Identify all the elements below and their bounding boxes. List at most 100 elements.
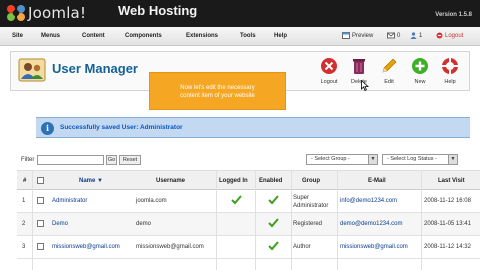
user-name-link[interactable]: Demo <box>52 221 68 227</box>
tooltip-line-1: Now let's edit the necessary <box>180 85 255 91</box>
enabled-check-icon[interactable] <box>268 241 279 251</box>
logout-small-icon <box>436 32 443 39</box>
tutorial-tooltip: Now let's edit the necessary content ite… <box>149 72 286 110</box>
mouse-cursor-icon <box>361 80 369 91</box>
user-name-link[interactable]: missionsweb@gmail.com <box>52 244 120 250</box>
page-title: User Manager <box>52 61 138 76</box>
group-line-1: Super <box>293 195 310 201</box>
filter-input[interactable] <box>37 155 104 165</box>
version-label: Version 1.5.8 <box>435 12 472 18</box>
preview-icon <box>342 32 350 39</box>
username-cell: missionsweb@gmail.com <box>136 244 204 250</box>
username-cell: demo <box>136 221 152 227</box>
logo-text: Joomla! <box>28 4 87 22</box>
header-group[interactable]: Group <box>302 178 320 184</box>
select-all-checkbox[interactable] <box>37 177 44 184</box>
logout-button[interactable]: Logout <box>316 57 342 85</box>
go-button[interactable]: Go <box>106 155 117 165</box>
enabled-check-icon[interactable] <box>268 195 279 205</box>
menu-content[interactable]: Content <box>82 33 105 39</box>
joomla-logo-icon <box>7 5 25 21</box>
group-cell: Registered <box>293 221 323 227</box>
header-name-label: Name <box>79 178 96 184</box>
system-message: i Successfully saved User: Administrator <box>36 117 470 138</box>
help-button[interactable]: Help <box>437 57 463 85</box>
table-row[interactable]: 2 Demo demo Registered demo@demo1234.com… <box>17 213 480 236</box>
mail-icon <box>387 32 395 39</box>
header-email[interactable]: E-Mail <box>368 178 386 184</box>
header-username[interactable]: Username <box>156 178 185 184</box>
logout-button-label: Logout <box>320 79 338 85</box>
main-menu-bar: Site Menus Content Components Extensions… <box>0 27 480 46</box>
column-divider <box>291 170 292 270</box>
logout-link[interactable]: Logout <box>436 32 463 39</box>
table-row[interactable]: 3 missionsweb@gmail.com missionsweb@gmai… <box>17 236 480 259</box>
column-divider <box>255 170 256 270</box>
log-status-select[interactable]: - Select Log Status - ▼ <box>382 154 458 165</box>
user-name-link[interactable]: Administrator <box>52 198 87 204</box>
last-visit-cell: 2008-11-05 13:41 <box>424 221 471 227</box>
column-divider <box>216 170 217 270</box>
new-button[interactable]: New <box>407 57 433 85</box>
group-select-value: - Select Group - <box>311 156 350 162</box>
edit-button-label: Edit <box>384 79 394 85</box>
table-header: # Name ▼ Username Logged In Enabled Grou… <box>17 170 480 190</box>
column-divider <box>421 170 422 270</box>
header-enabled[interactable]: Enabled <box>259 178 282 184</box>
new-button-label: New <box>414 79 426 85</box>
group-select[interactable]: - Select Group - ▼ <box>306 154 378 165</box>
log-status-select-value: - Select Log Status - <box>387 156 437 162</box>
table-row[interactable]: 1 Administrator joomla.com Super Administ… <box>17 190 480 213</box>
enabled-check-icon[interactable] <box>268 218 279 228</box>
menu-extensions[interactable]: Extensions <box>186 33 218 39</box>
menu-site[interactable]: Site <box>12 33 23 39</box>
pencil-icon <box>382 58 397 73</box>
header-name[interactable]: Name ▼ <box>79 178 103 184</box>
help-button-label: Help <box>444 79 456 85</box>
row-checkbox[interactable] <box>37 197 44 204</box>
menu-components[interactable]: Components <box>125 33 162 39</box>
row-num: 2 <box>22 221 26 227</box>
email-link[interactable]: info@demo1234.com <box>340 198 397 204</box>
menu-tools[interactable]: Tools <box>240 33 256 39</box>
group-cell: Author <box>293 244 311 250</box>
chevron-down-icon: ▼ <box>448 155 457 164</box>
trash-icon <box>353 59 365 74</box>
email-link[interactable]: demo@demo1234.com <box>340 221 402 227</box>
messages-count-label: 0 <box>397 32 401 39</box>
menu-menus[interactable]: Menus <box>41 33 60 39</box>
plus-icon <box>412 58 428 74</box>
logged-in-check-icon <box>231 195 242 205</box>
preview-link[interactable]: Preview <box>342 32 373 39</box>
column-divider <box>337 170 338 270</box>
chevron-down-icon: ▼ <box>368 155 377 164</box>
header-last-visit[interactable]: Last Visit <box>438 178 465 184</box>
user-manager-icon <box>18 58 46 82</box>
top-header: Joomla! Web Hosting Version 1.5.8 <box>0 0 480 27</box>
system-message-text: Successfully saved User: Administrator <box>60 124 183 131</box>
filter-label: Filter <box>21 157 35 163</box>
email-link[interactable]: missionsweb@gmail.com <box>340 244 408 250</box>
messages-count[interactable]: 0 <box>387 32 400 39</box>
header-logged-in[interactable]: Logged In <box>219 178 248 184</box>
sort-desc-icon: ▼ <box>97 178 103 184</box>
edit-button[interactable]: Edit <box>376 57 402 85</box>
row-num: 1 <box>22 198 26 204</box>
menu-help[interactable]: Help <box>274 33 287 39</box>
header-num: # <box>23 178 27 184</box>
row-checkbox[interactable] <box>37 243 44 250</box>
users-online-label: 1 <box>419 32 423 39</box>
tooltip-line-2: content item of your website <box>180 93 255 99</box>
users-online[interactable]: 1 <box>410 32 422 39</box>
username-cell: joomla.com <box>136 198 167 204</box>
site-name: Web Hosting <box>118 3 198 18</box>
reset-button[interactable]: Reset <box>119 155 141 165</box>
row-num: 3 <box>22 244 26 250</box>
row-checkbox[interactable] <box>37 220 44 227</box>
last-visit-cell: 2008-11-12 16:08 <box>424 198 471 204</box>
last-visit-cell: 2008-11-12 14:32 <box>424 244 471 250</box>
joomla-logo[interactable]: Joomla! <box>5 2 86 24</box>
logout-icon <box>321 58 337 74</box>
group-line-2: Administrator <box>293 203 329 209</box>
lifebuoy-icon <box>442 58 458 74</box>
